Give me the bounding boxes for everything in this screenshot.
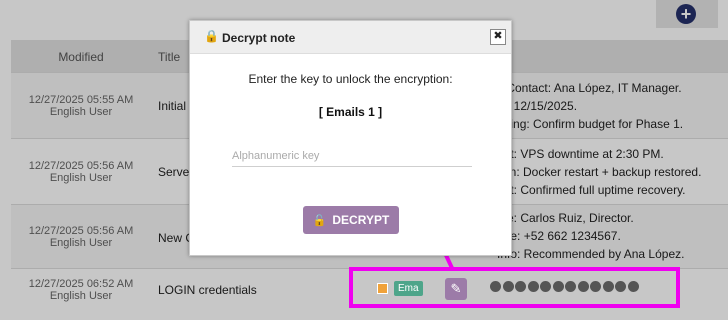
decrypt-modal: 🔒 Decrypt note ✖ Enter the key to unlock… xyxy=(189,20,512,256)
modal-title: Decrypt note xyxy=(222,31,296,45)
decrypt-button[interactable]: 🔓 DECRYPT xyxy=(303,206,399,234)
unlock-icon: 🔓 xyxy=(312,215,327,227)
close-icon[interactable]: ✖ xyxy=(490,29,506,45)
note-name: [ Emails 1 ] xyxy=(318,105,383,119)
key-input[interactable] xyxy=(232,146,472,167)
lock-icon: 🔒 xyxy=(204,29,219,43)
decrypt-prompt: Enter the key to unlock the encryption: xyxy=(248,72,453,86)
modal-header: 🔒 Decrypt note ✖ xyxy=(190,21,511,54)
decrypt-label: DECRYPT xyxy=(332,213,390,227)
